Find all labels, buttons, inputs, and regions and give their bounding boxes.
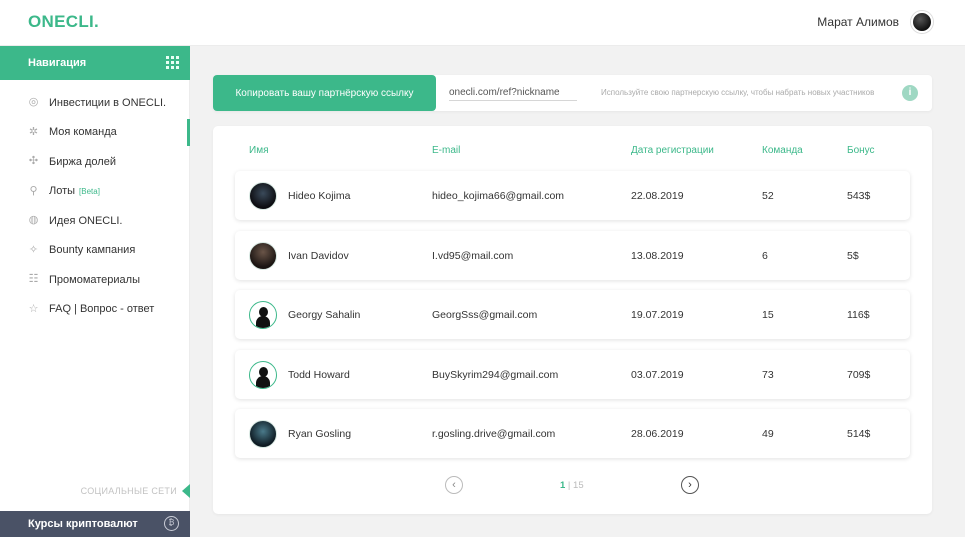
sidebar: Навигация ◎ Инвестиции в ONECLI. ✲ Моя к… <box>0 46 190 537</box>
member-bonus: 5$ <box>847 250 859 262</box>
sidebar-item-label: Идея ONECLI. <box>49 214 123 227</box>
column-header-name[interactable]: Имя <box>249 145 268 156</box>
member-name: Hideo Kojima <box>288 190 351 202</box>
avatar <box>249 301 277 329</box>
member-bonus: 116$ <box>847 309 870 321</box>
info-icon[interactable]: i <box>902 85 918 101</box>
logo[interactable]: ONECLI. <box>28 12 99 32</box>
avatar <box>249 242 277 270</box>
member-bonus: 543$ <box>847 190 871 202</box>
member-bonus: 514$ <box>847 428 871 440</box>
invest-icon: ◎ <box>28 96 39 108</box>
coin-icon[interactable]: ₿ <box>164 516 179 531</box>
nav-list: ◎ Инвестиции в ONECLI. ✲ Моя команда ✣ Б… <box>0 88 190 324</box>
idea-icon: ◍ <box>28 214 39 226</box>
nav-title: Навигация <box>28 57 87 69</box>
social-label: СОЦИАЛЬНЫЕ СЕТИ <box>80 486 177 496</box>
copy-referral-button[interactable]: Копировать вашу партнёрскую ссылку <box>213 75 436 111</box>
sidebar-item-label: Моя команда <box>49 126 117 139</box>
user-name[interactable]: Марат Алимов <box>817 15 899 29</box>
page-indicator: 1 | 15 <box>560 480 584 491</box>
member-date: 03.07.2019 <box>631 369 684 381</box>
sidebar-item-label: Инвестиции в ONECLI. <box>49 96 167 109</box>
member-date: 19.07.2019 <box>631 309 684 321</box>
member-email: hideo_kojima66@gmail.com <box>432 190 565 202</box>
table-row[interactable]: Georgy Sahalin GeorgSss@gmail.com 19.07.… <box>235 290 910 339</box>
member-email: GeorgSss@gmail.com <box>432 309 538 321</box>
member-name: Todd Howard <box>288 369 350 381</box>
exchange-icon: ✣ <box>28 155 39 167</box>
user-avatar[interactable] <box>911 11 933 33</box>
member-email: I.vd95@mail.com <box>432 250 514 262</box>
avatar <box>249 182 277 210</box>
team-table-card: Имя E-mail Дата регистрации Команда Бону… <box>213 126 932 514</box>
next-page-button[interactable]: › <box>681 476 699 494</box>
bounty-icon: ✧ <box>28 243 39 256</box>
sidebar-item-idea[interactable]: ◍ Идея ONECLI. <box>0 206 190 236</box>
member-date: 28.06.2019 <box>631 428 684 440</box>
member-name: Georgy Sahalin <box>288 309 361 321</box>
member-team: 49 <box>762 428 774 440</box>
referral-link-input[interactable] <box>449 85 577 101</box>
social-toggle[interactable]: СОЦИАЛЬНЫЕ СЕТИ <box>0 484 190 500</box>
sidebar-item-promo[interactable]: ☷ Промоматериалы <box>0 265 190 295</box>
page-separator: | <box>565 480 574 491</box>
member-email: r.gosling.drive@gmail.com <box>432 428 556 440</box>
sidebar-item-label: Промоматериалы <box>49 273 140 286</box>
column-header-team[interactable]: Команда <box>762 145 803 156</box>
column-header-bonus[interactable]: Бонус <box>847 145 875 156</box>
column-header-date[interactable]: Дата регистрации <box>631 145 714 156</box>
member-team: 15 <box>762 309 774 321</box>
table-row[interactable]: Ryan Gosling r.gosling.drive@gmail.com 2… <box>235 409 910 458</box>
team-icon: ✲ <box>28 125 39 138</box>
member-email: BuySkyrim294@gmail.com <box>432 369 559 381</box>
faq-icon: ☆ <box>28 302 39 315</box>
table-row[interactable]: Hideo Kojima hideo_kojima66@gmail.com 22… <box>235 171 910 220</box>
sidebar-item-label: Bounty кампания <box>49 244 136 257</box>
member-team: 73 <box>762 369 774 381</box>
member-date: 13.08.2019 <box>631 250 684 262</box>
sidebar-item-faq[interactable]: ☆ FAQ | Вопрос - ответ <box>0 295 190 325</box>
pagination: ‹ 1 | 15 › <box>213 476 932 496</box>
member-team: 52 <box>762 190 774 202</box>
total-pages[interactable]: 15 <box>573 480 584 491</box>
sidebar-item-exchange[interactable]: ✣ Биржа долей <box>0 147 190 177</box>
table-row[interactable]: Todd Howard BuySkyrim294@gmail.com 03.07… <box>235 350 910 399</box>
beta-badge: [Beta] <box>79 186 100 196</box>
arrow-left-icon[interactable] <box>182 484 190 498</box>
member-name: Ivan Davidov <box>288 250 349 262</box>
member-bonus: 709$ <box>847 369 871 381</box>
avatar <box>249 420 277 448</box>
member-date: 22.08.2019 <box>631 190 684 202</box>
column-header-email[interactable]: E-mail <box>432 145 460 156</box>
sidebar-item-label: Лоты <box>49 185 76 198</box>
member-team: 6 <box>762 250 768 262</box>
crypto-label: Курсы криптовалют <box>28 518 138 530</box>
promo-icon: ☷ <box>28 273 39 285</box>
lots-icon: ⚲ <box>29 184 38 197</box>
referral-hint: Используйте свою партнерскую ссылку, что… <box>601 88 875 97</box>
nav-header: Навигация <box>0 46 190 80</box>
member-name: Ryan Gosling <box>288 428 352 440</box>
avatar <box>249 361 277 389</box>
grid-icon[interactable] <box>166 56 179 69</box>
sidebar-item-lots[interactable]: ⚲ Лоты [Beta] <box>0 177 190 207</box>
top-bar: ONECLI. Марат Алимов <box>0 0 965 46</box>
prev-page-button[interactable]: ‹ <box>445 476 463 494</box>
sidebar-item-bounty[interactable]: ✧ Bounty кампания <box>0 236 190 266</box>
sidebar-item-label: Биржа долей <box>49 155 116 168</box>
referral-card: Копировать вашу партнёрскую ссылку Испол… <box>213 75 932 111</box>
sidebar-item-label: FAQ | Вопрос - ответ <box>49 303 155 316</box>
table-row[interactable]: Ivan Davidov I.vd95@mail.com 13.08.2019 … <box>235 231 910 280</box>
sidebar-item-my-team[interactable]: ✲ Моя команда <box>0 118 190 148</box>
sidebar-item-investments[interactable]: ◎ Инвестиции в ONECLI. <box>0 88 190 118</box>
crypto-rates-panel[interactable]: Курсы криптовалют ₿ <box>0 511 190 537</box>
